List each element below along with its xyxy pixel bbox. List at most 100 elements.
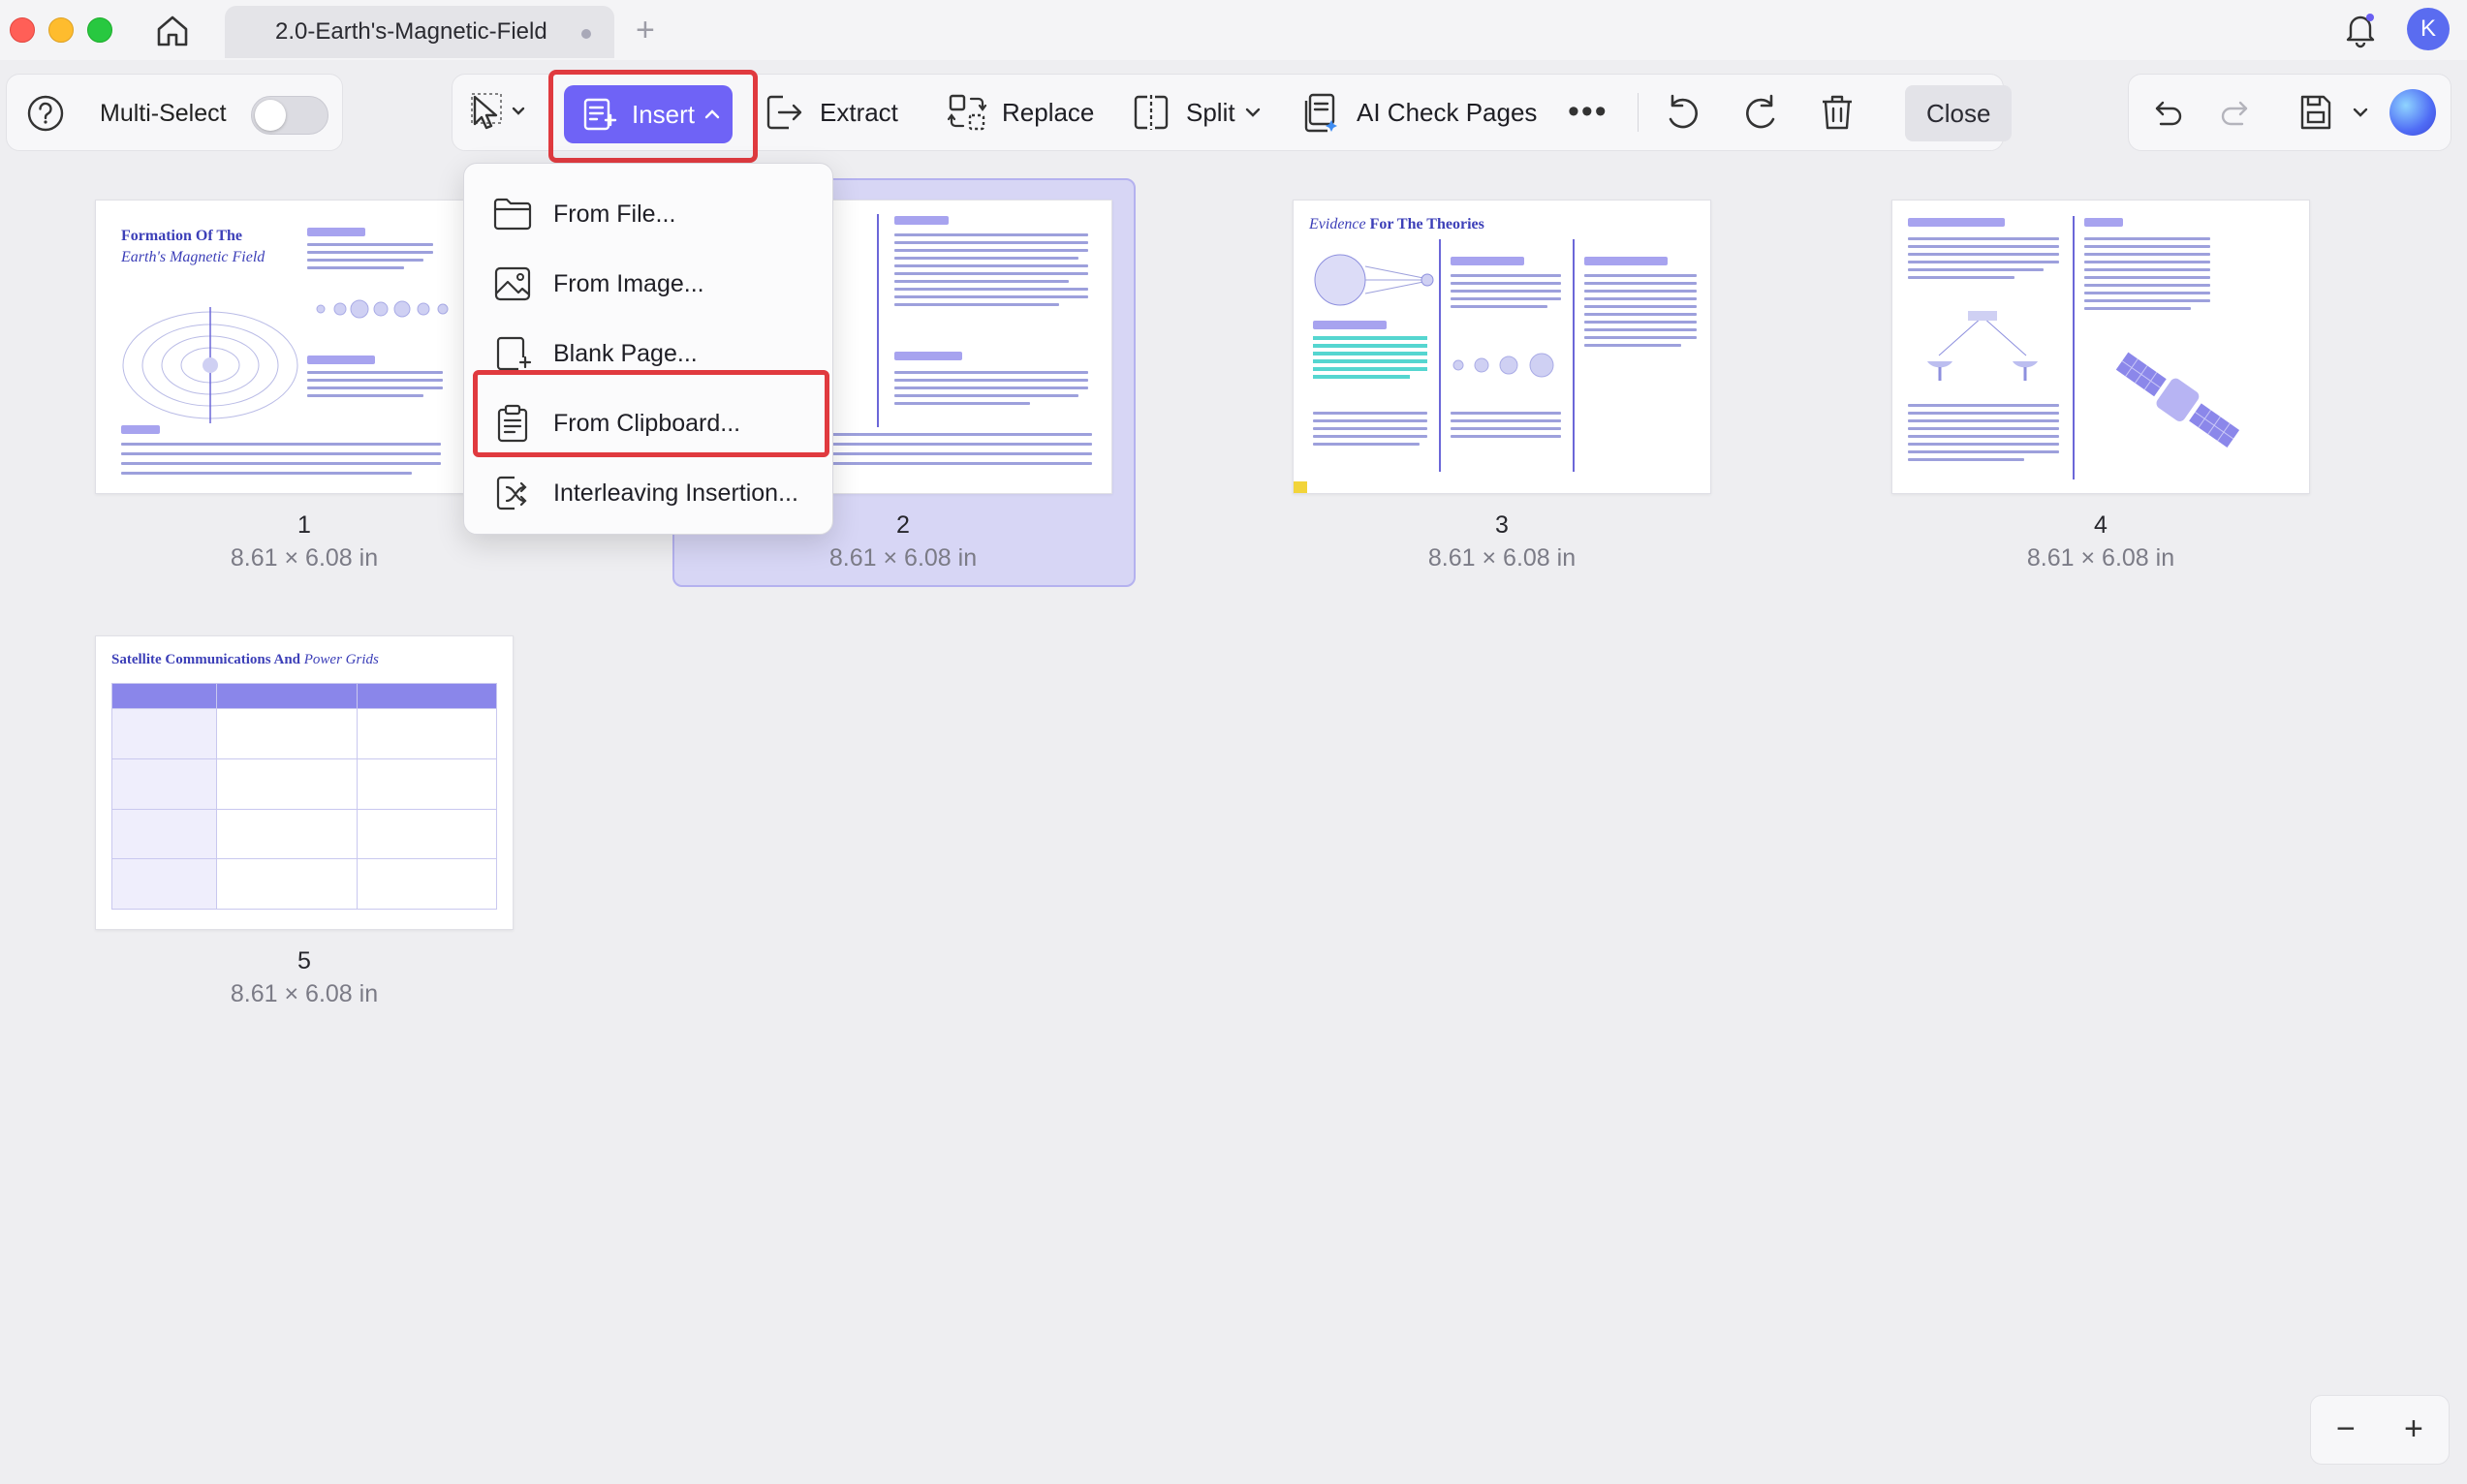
p5-header-cell — [111, 683, 217, 709]
p5-table-row — [111, 708, 497, 759]
p5-table-row — [111, 808, 497, 860]
insert-dropdown-menu: From File... From Image... Blank Page...… — [463, 163, 833, 535]
menu-item-from-image[interactable]: From Image... — [464, 249, 832, 319]
p1-line — [121, 443, 441, 446]
p2-line — [894, 264, 1088, 267]
p5-header-cell — [357, 683, 497, 709]
page-3-title-rest: For The Theories — [1369, 216, 1484, 232]
p4-line — [1908, 276, 2014, 279]
rotate-right-icon[interactable] — [1740, 91, 1783, 134]
page-2-size: 8.61 × 6.08 in — [828, 544, 978, 572]
ai-check-pages-button[interactable]: AI Check Pages — [1300, 87, 1537, 138]
p3-line — [1451, 427, 1561, 430]
p3-line — [1451, 305, 1547, 308]
cursor-select-icon — [471, 93, 525, 130]
p5-cell — [215, 858, 359, 910]
extract-icon — [766, 95, 802, 130]
p3-divider — [1573, 239, 1575, 472]
p5-header-cell — [215, 683, 359, 709]
p2-line — [894, 379, 1088, 382]
page-4-size: 8.61 × 6.08 in — [2026, 544, 2175, 572]
window-minimize-button[interactable] — [48, 17, 74, 43]
p3-highlight-line — [1313, 367, 1427, 371]
rotate-left-icon[interactable] — [1661, 91, 1703, 134]
multi-select-toggle[interactable] — [251, 96, 328, 135]
p3-line — [1451, 290, 1561, 293]
page-3-thumbnail[interactable]: Evidence For The Theories — [1293, 200, 1711, 494]
p3-line — [1584, 344, 1681, 347]
menu-item-label: Interleaving Insertion... — [553, 479, 798, 507]
page-5-title-a: Satellite Communications And — [111, 652, 301, 667]
p5-cell — [111, 708, 217, 759]
p1-line — [307, 386, 443, 389]
p3-sticky-note-icon[interactable] — [1294, 481, 1307, 493]
p3-line — [1584, 321, 1697, 324]
page-5-thumbnail[interactable]: Satellite Communications And Power Grids — [95, 635, 514, 930]
folder-icon — [493, 198, 532, 231]
menu-item-from-file[interactable]: From File... — [464, 179, 832, 249]
p4-satellite-illustration — [2115, 352, 2240, 448]
save-icon[interactable] — [2295, 91, 2337, 134]
replace-icon — [947, 94, 987, 131]
extract-label: Extract — [820, 97, 898, 127]
replace-button[interactable]: Replace — [946, 87, 1094, 138]
p1-line — [121, 472, 412, 475]
p3-line — [1313, 443, 1420, 446]
page-1-title-line1: Formation Of The — [121, 228, 243, 244]
page-5-title: Satellite Communications And Power Grids — [111, 652, 379, 668]
new-tab-button[interactable]: + — [636, 12, 655, 48]
p3-highlight-line — [1313, 336, 1427, 340]
document-tab-title: 2.0-Earth's-Magnetic-Field — [275, 18, 547, 45]
save-options-chevron-icon[interactable] — [2349, 101, 2372, 124]
page-4-thumbnail[interactable] — [1891, 200, 2310, 494]
p4-pill-2 — [2084, 218, 2123, 227]
notification-bell-icon[interactable] — [2339, 8, 2382, 50]
undo-icon[interactable] — [2145, 91, 2188, 134]
p5-cell — [111, 757, 217, 810]
delete-trash-icon[interactable] — [1816, 91, 1858, 134]
help-icon[interactable] — [24, 92, 67, 135]
p4-line — [2084, 253, 2210, 256]
p4-line — [1908, 443, 2059, 446]
p5-cell — [357, 808, 497, 860]
document-tab[interactable]: 2.0-Earth's-Magnetic-Field — [225, 6, 614, 58]
toolbar-divider — [1638, 93, 1639, 132]
page-5-size: 8.61 × 6.08 in — [230, 980, 379, 1007]
split-button[interactable]: Split — [1130, 87, 1265, 138]
ai-assistant-icon[interactable] — [2389, 89, 2436, 136]
unsaved-dot-icon — [581, 29, 591, 39]
extract-button[interactable]: Extract — [764, 87, 898, 138]
zoom-in-button[interactable]: + — [2404, 1409, 2423, 1448]
close-organize-button[interactable]: Close — [1905, 85, 2013, 141]
split-label: Split — [1186, 97, 1235, 127]
p1-pill-2 — [307, 356, 375, 364]
select-tool-button[interactable] — [469, 87, 537, 138]
home-icon[interactable] — [153, 12, 192, 50]
p5-cell — [111, 858, 217, 910]
p3-line — [1313, 412, 1427, 415]
p3-line — [1584, 328, 1697, 331]
p1-line — [307, 379, 443, 382]
redo-icon[interactable] — [2215, 91, 2258, 134]
p3-pill-3 — [1584, 257, 1668, 265]
replace-label: Replace — [1002, 97, 1095, 127]
p3-line — [1451, 282, 1561, 285]
title-bar: 2.0-Earth's-Magnetic-Field + K — [0, 0, 2467, 60]
menu-item-label: From File... — [553, 200, 676, 228]
menu-item-interleaving-insertion[interactable]: Interleaving Insertion... — [464, 458, 832, 528]
p4-line — [1908, 261, 2059, 263]
more-options-button[interactable]: ••• — [1568, 95, 1608, 128]
page-3-title: Evidence For The Theories — [1309, 216, 1484, 233]
p3-line — [1313, 435, 1427, 438]
p5-cell — [215, 708, 359, 759]
p3-divider — [1439, 239, 1441, 472]
blank-page-icon — [496, 336, 532, 371]
p2-line — [894, 233, 1088, 236]
zoom-out-button[interactable]: − — [2336, 1409, 2356, 1448]
page-1-thumbnail[interactable]: Formation Of The Earth's Magnetic Field — [95, 200, 514, 494]
window-maximize-button[interactable] — [87, 17, 112, 43]
window-close-button[interactable] — [10, 17, 35, 43]
p1-pill-3 — [121, 425, 160, 434]
toggle-knob — [255, 100, 286, 131]
user-avatar[interactable]: K — [2407, 8, 2450, 50]
